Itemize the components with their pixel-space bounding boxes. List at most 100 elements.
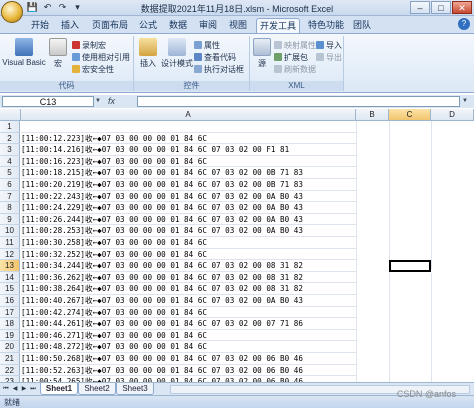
cell-a[interactable]: [11:00:42.274]收←◆07 03 00 00 00 01 84 6C	[21, 307, 356, 319]
formula-input[interactable]	[137, 96, 460, 107]
relative-reference-button[interactable]: 使用相对引用	[72, 52, 130, 63]
group-xml-label: XML	[250, 81, 343, 91]
help-icon[interactable]: ?	[458, 18, 470, 30]
tab-review[interactable]: 审阅	[196, 18, 220, 33]
sheet-tab-3[interactable]: Sheet3	[116, 383, 154, 395]
visual-basic-icon	[15, 38, 33, 56]
row-header[interactable]: 10	[0, 225, 20, 237]
row-header[interactable]: 14	[0, 271, 20, 284]
sheet-tab-2[interactable]: Sheet2	[78, 383, 116, 395]
column-header-b[interactable]: B	[356, 109, 389, 121]
tab-formulas[interactable]: 公式	[136, 18, 160, 33]
tab-special[interactable]: 特色功能	[306, 18, 346, 33]
status-ready: 就绪	[4, 398, 20, 407]
cell-a[interactable]: [11:00:16.223]收←◆07 03 00 00 00 01 84 6C	[21, 156, 356, 168]
insert-control-button[interactable]: 插入	[136, 38, 160, 69]
cell-a[interactable]: [11:00:24.229]收←◆07 03 00 00 00 01 84 6C…	[21, 202, 356, 214]
cell-a[interactable]: [11:00:34.244]收←◆07 03 00 00 00 01 84 6C…	[21, 260, 356, 272]
row-header[interactable]: 19	[0, 329, 20, 342]
tab-insert[interactable]: 插入	[58, 18, 82, 33]
row-header[interactable]: 4	[0, 155, 20, 168]
worksheet-grid[interactable]: A B C D 1 2 [11:00:12.223]收←◆07 03 00 00 0…	[0, 109, 474, 393]
prev-sheet-icon[interactable]: ◀	[11, 385, 19, 394]
row-header[interactable]: 15	[0, 283, 20, 295]
macro-button[interactable]: 宏	[48, 38, 68, 69]
last-sheet-icon[interactable]: ⏭	[29, 385, 37, 394]
name-box-dropdown-icon[interactable]: ▼	[95, 96, 103, 107]
expansion-pack-button[interactable]: 扩展包	[274, 52, 308, 63]
record-macro-button[interactable]: 录制宏	[72, 40, 106, 51]
cell-a[interactable]: [11:00:12.223]收←◆07 03 00 00 00 01 84 6C	[21, 133, 356, 145]
cell-a[interactable]: [11:00:32.252]收←◆07 03 00 00 00 01 84 6C	[21, 249, 356, 261]
visual-basic-button[interactable]: Visual Basic	[2, 38, 46, 67]
select-all-corner[interactable]	[0, 109, 21, 121]
import-button[interactable]: 导入	[316, 40, 342, 51]
minimize-button[interactable]: –	[410, 1, 430, 14]
column-header-c[interactable]: C	[389, 109, 431, 121]
row-header[interactable]: 11	[0, 237, 20, 249]
cell-a[interactable]: [11:00:26.244]收←◆07 03 00 00 00 01 84 6C…	[21, 214, 356, 226]
export-icon	[316, 53, 324, 61]
row-header[interactable]: 5	[0, 167, 20, 179]
row-header[interactable]: 9	[0, 213, 20, 226]
row-header[interactable]: 1	[0, 121, 20, 133]
column-header-d[interactable]: D	[431, 109, 474, 121]
properties-button[interactable]: 属性	[194, 40, 220, 51]
row-header[interactable]: 21	[0, 353, 20, 365]
row-header[interactable]: 8	[0, 202, 20, 214]
cell-a[interactable]	[21, 121, 356, 133]
cell-a[interactable]: [11:00:18.215]收←◆07 03 00 00 00 01 84 6C…	[21, 167, 356, 179]
cell-a[interactable]: [11:00:28.253]收←◆07 03 00 00 00 01 84 6C…	[21, 225, 356, 237]
refresh-data-button[interactable]: 刷新数据	[274, 64, 316, 75]
cell-a[interactable]: [11:00:48.272]收←◆07 03 00 00 00 01 84 6C	[21, 341, 356, 353]
tab-home[interactable]: 开始	[28, 18, 52, 33]
maximize-button[interactable]: □	[431, 1, 451, 14]
export-button[interactable]: 导出	[316, 52, 342, 63]
cell-a[interactable]: [11:00:36.262]收←◆07 03 00 00 00 01 84 6C…	[21, 272, 356, 284]
design-mode-button[interactable]: 设计模式	[161, 38, 193, 69]
tab-developer[interactable]: 开发工具	[256, 18, 300, 33]
macro-security-button[interactable]: 宏安全性	[72, 64, 114, 75]
insert-function-icon[interactable]: fx	[108, 96, 134, 107]
row-header[interactable]: 18	[0, 318, 20, 330]
cell-a[interactable]: [11:00:20.219]收←◆07 03 00 00 00 01 84 6C…	[21, 179, 356, 191]
view-code-button[interactable]: 查看代码	[194, 52, 236, 63]
row-header[interactable]: 6	[0, 179, 20, 191]
office-button[interactable]	[1, 1, 23, 23]
tab-data[interactable]: 数据	[166, 18, 190, 33]
row-header[interactable]: 20	[0, 341, 20, 353]
formula-expand-icon[interactable]: ▼	[462, 96, 471, 107]
cell-a[interactable]: [11:00:40.267]收←◆07 03 00 00 00 01 84 6C…	[21, 295, 356, 307]
row-header[interactable]: 13	[0, 260, 20, 272]
cell-a[interactable]: [11:00:38.264]收←◆07 03 00 00 00 01 84 6C…	[21, 283, 356, 295]
cell-a[interactable]: [11:00:44.261]收←◆07 03 00 00 00 01 84 6C…	[21, 318, 356, 330]
cell-a[interactable]: [11:00:14.216]收←◆07 03 00 00 00 01 84 6C…	[21, 144, 356, 156]
row-header[interactable]: 2	[0, 132, 20, 145]
cell-a[interactable]: [11:00:52.263]收←◆07 03 00 00 00 01 84 6C…	[21, 365, 356, 377]
active-cell-c13[interactable]	[389, 259, 431, 272]
row-header[interactable]: 22	[0, 364, 20, 377]
next-sheet-icon[interactable]: ▶	[20, 385, 28, 394]
cell-a[interactable]: [11:00:22.243]收←◆07 03 00 00 00 01 84 6C…	[21, 191, 356, 203]
tab-page-layout[interactable]: 页面布局	[90, 18, 130, 33]
close-button[interactable]: ✕	[452, 1, 472, 14]
ribbon: Visual Basic 宏 录制宏 使用相对引用 宏安全性 代码 插入 设计模…	[0, 33, 474, 93]
row-header[interactable]: 17	[0, 306, 20, 319]
run-dialog-button[interactable]: 执行对话框	[194, 64, 244, 75]
row-header[interactable]: 16	[0, 295, 20, 307]
tab-view[interactable]: 视图	[226, 18, 250, 33]
cell-a[interactable]: [11:00:50.268]收←◆07 03 00 00 00 01 84 6C…	[21, 353, 356, 365]
row-header[interactable]: 3	[0, 144, 20, 156]
cell-a[interactable]: [11:00:46.271]收←◆07 03 00 00 00 01 84 6C	[21, 330, 356, 342]
xml-source-button[interactable]: 源	[252, 38, 272, 69]
name-box[interactable]: C13	[2, 96, 94, 107]
row-header[interactable]: 12	[0, 248, 20, 261]
sheet-tab-1[interactable]: Sheet1	[40, 383, 78, 395]
column-header-a[interactable]: A	[21, 109, 356, 121]
map-properties-button[interactable]: 映射属性	[274, 40, 316, 51]
tab-team[interactable]: 团队	[350, 18, 374, 33]
view-code-icon	[194, 53, 202, 61]
first-sheet-icon[interactable]: ⏮	[2, 385, 10, 394]
cell-a[interactable]: [11:00:30.258]收←◆07 03 00 00 00 01 84 6C	[21, 237, 356, 249]
row-header[interactable]: 7	[0, 190, 20, 203]
